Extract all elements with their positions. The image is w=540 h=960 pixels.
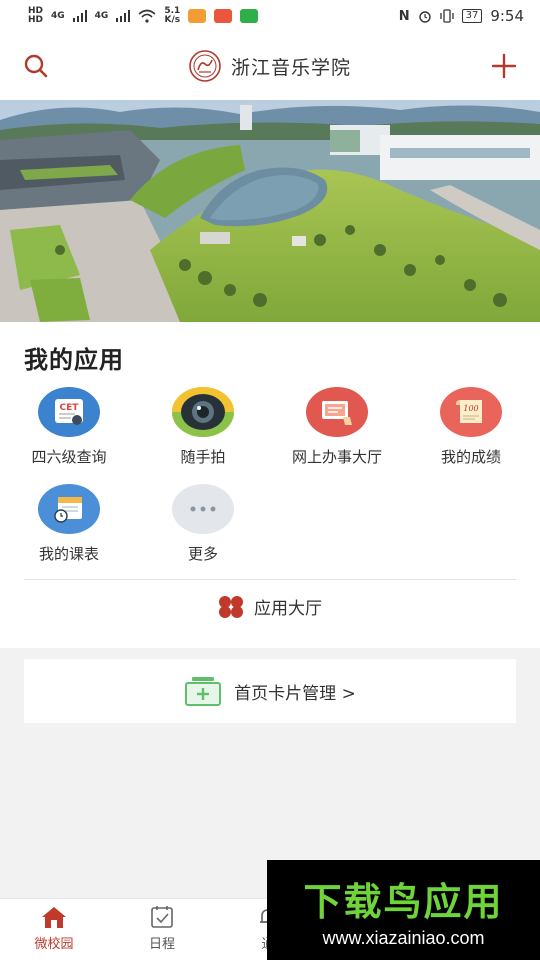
signal-icon-2 [116, 10, 131, 22]
home-card-manage-button[interactable]: 首页卡片管理 > [24, 659, 516, 723]
tab-label-schedule: 日程 [148, 937, 175, 952]
notification-app-icon-3 [240, 9, 259, 23]
notification-app-icon-1 [188, 9, 207, 23]
app-snapshot[interactable]: 随手拍 [148, 387, 258, 467]
watermark-title: 下载鸟应用 [303, 880, 504, 924]
app-label-schedule: 我的课表 [38, 545, 99, 563]
net-speed: 5.1 K/s [164, 7, 180, 25]
app-online-service[interactable]: 网上办事大厅 [282, 387, 392, 467]
tab-schedule[interactable]: 日程 [122, 905, 202, 952]
search-icon[interactable] [22, 52, 50, 80]
net-speed-unit: K/s [164, 15, 181, 25]
add-card-icon [185, 677, 222, 706]
cet-icon: CET [38, 387, 100, 437]
campus-banner-image[interactable] [0, 100, 540, 322]
schedule-icon [38, 484, 100, 534]
calendar-check-icon [151, 906, 173, 928]
campus-illustration [0, 100, 540, 322]
app-hall-label: 应用大厅 [254, 599, 322, 619]
watermark-overlay: 下载鸟应用 www.xiazainiao.com [267, 860, 540, 960]
svg-text:CET: CET [60, 403, 80, 413]
tab-label-micro-campus: 微校园 [34, 937, 74, 952]
signal2-label: 4G [94, 10, 109, 21]
app-my-schedule[interactable]: 我的课表 [14, 484, 124, 564]
vibrate-icon [439, 9, 454, 23]
network-bottom-label: HD [28, 15, 44, 25]
nfc-icon: N [398, 8, 410, 24]
clock: 9:54 [490, 7, 524, 25]
app-label-grades: 我的成绩 [440, 448, 501, 466]
home-icon [42, 907, 66, 928]
signal-icon [72, 10, 87, 22]
card-manage-label: 首页卡片管理 > [234, 683, 356, 704]
page-title: 浙江音乐学院 [230, 56, 351, 79]
network-badges: HD HD [28, 7, 43, 25]
signal1-label: 4G [51, 10, 65, 21]
wifi-icon [138, 9, 156, 23]
more-icon [172, 484, 234, 534]
notification-app-icon-2 [214, 9, 233, 23]
clover-icon [219, 595, 243, 618]
my-apps-title: 我的应用 [24, 346, 124, 374]
svg-text:100: 100 [463, 404, 478, 413]
app-hall-button[interactable]: 应用大厅 [0, 594, 540, 619]
status-left: HD HD 4G 4G 5.1 K/s [28, 7, 259, 25]
my-apps-section: 我的应用 CET 四六级查询 随手拍 网上办事大厅 100 我的成绩 我的课表 … [0, 322, 540, 648]
apps-divider [24, 579, 516, 580]
header-title-group: 浙江音乐学院 [189, 50, 351, 82]
camera-icon [172, 387, 234, 437]
battery-indicator: 37 [461, 9, 483, 23]
app-label-more: 更多 [187, 545, 218, 563]
plus-icon[interactable] [490, 52, 518, 80]
status-bar: HD HD 4G 4G 5.1 K/s N 37 9:54 [0, 0, 540, 32]
app-label-cet: 四六级查询 [31, 448, 107, 466]
alarm-icon [418, 11, 431, 23]
watermark-url: www.xiazainiao.com [322, 928, 485, 948]
status-right: N 37 9:54 [399, 7, 524, 25]
app-my-grades[interactable]: 100 我的成绩 [416, 387, 526, 467]
school-logo-icon [189, 50, 221, 82]
online-service-icon [306, 387, 368, 437]
app-header: 浙江音乐学院 [0, 32, 540, 100]
grades-icon: 100 [440, 387, 502, 437]
tab-micro-campus[interactable]: 微校园 [14, 905, 94, 952]
app-label-snapshot: 随手拍 [180, 448, 226, 466]
app-more[interactable]: 更多 [148, 484, 258, 564]
app-cet-query[interactable]: CET 四六级查询 [14, 387, 124, 467]
app-label-online-service: 网上办事大厅 [291, 448, 382, 466]
